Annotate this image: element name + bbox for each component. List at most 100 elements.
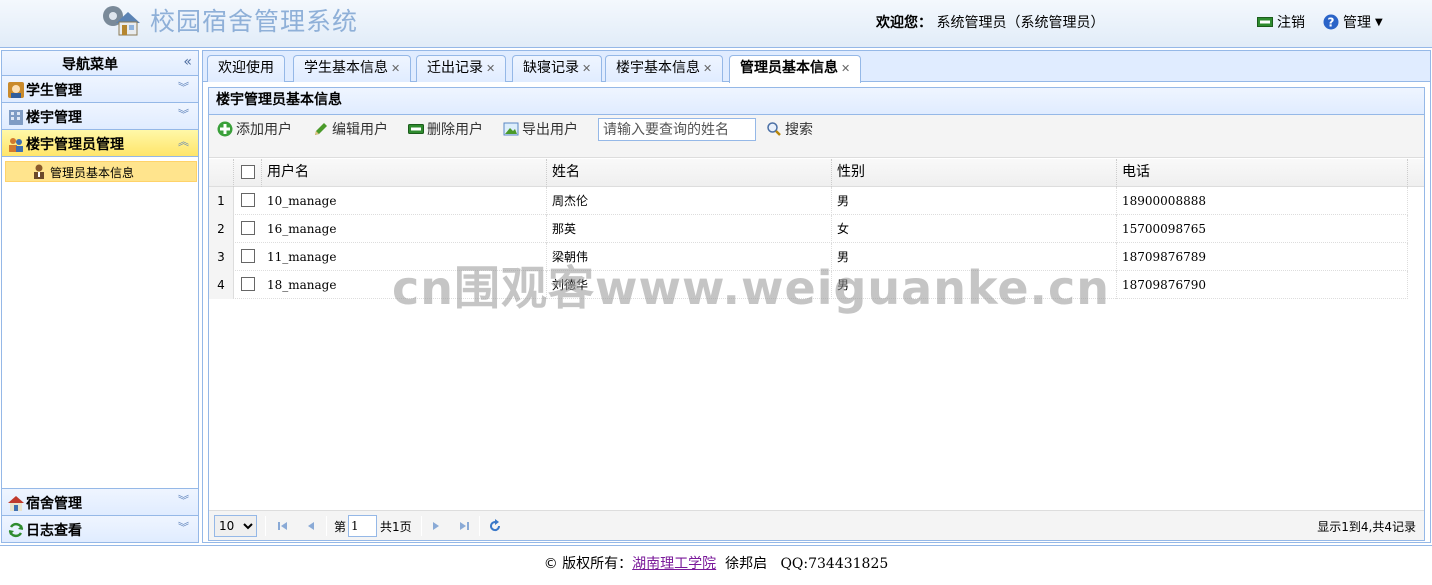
admin-person-icon	[34, 164, 44, 179]
edit-user-button[interactable]: 编辑用户	[313, 119, 388, 139]
nav-item-admin-info[interactable]: 管理员基本信息	[5, 161, 197, 182]
tab-moveout-records[interactable]: 迁出记录 ✕	[416, 55, 507, 82]
row-checkbox[interactable]	[241, 221, 255, 235]
table-row[interactable]: 2 16_manage 那英 女 15700098765	[209, 215, 1408, 243]
next-page-icon[interactable]	[428, 518, 444, 534]
row-number: 2	[209, 215, 234, 243]
cell-gender: 男	[832, 271, 1117, 299]
tab-student-info[interactable]: 学生基本信息 ✕	[293, 55, 412, 82]
welcome-text: 欢迎您： 系统管理员（系统管理员）	[876, 12, 1104, 32]
search-icon	[767, 122, 781, 136]
page-number-input[interactable]	[348, 515, 377, 537]
table-row[interactable]: 1 10_manage 周杰伦 男 18900008888	[209, 187, 1408, 215]
student-icon	[8, 82, 24, 98]
delete-user-button[interactable]: 删除用户	[408, 119, 483, 139]
table-row[interactable]: 3 11_manage 梁朝伟 男 18709876789	[209, 243, 1408, 271]
row-checkbox[interactable]	[241, 193, 255, 207]
tab-building-info[interactable]: 楼宇基本信息 ✕	[605, 55, 724, 82]
nav-section-building-admins[interactable]: 楼宇管理员管理 ︽	[2, 130, 198, 157]
rownum-header	[209, 159, 234, 187]
prev-page-icon[interactable]	[303, 518, 319, 534]
column-header-gender[interactable]: 性别	[832, 159, 1117, 187]
app-title: 校园宿舍管理系统	[150, 7, 359, 36]
edit-user-label: 编辑用户	[332, 122, 388, 138]
chevron-double-down-icon: ︾	[178, 81, 189, 94]
nav-panel: 导航菜单 « 学生管理 ︾ 楼宇管理 ︾ 楼宇管理员管理 ︽ 管理员基本信息 宿…	[1, 50, 199, 543]
nav-section-log[interactable]: 日志查看 ︾	[2, 515, 198, 542]
close-icon[interactable]: ✕	[703, 62, 712, 75]
cell-phone: 18709876790	[1117, 271, 1408, 299]
search-input[interactable]	[598, 118, 756, 141]
row-checkbox[interactable]	[241, 277, 255, 291]
welcome-user: 系统管理员（系统管理员）	[936, 15, 1105, 31]
nav-title: 导航菜单	[62, 57, 118, 73]
nav-header: 导航菜单 «	[2, 51, 198, 76]
table-row[interactable]: 4 18_manage 刘德华 男 18709876790	[209, 271, 1408, 299]
admins-icon	[9, 138, 23, 152]
cell-username: 10_manage	[262, 187, 547, 215]
refresh-icon[interactable]	[487, 518, 503, 534]
close-icon[interactable]: ✕	[391, 62, 400, 75]
separator	[326, 516, 327, 536]
nav-section-label: 日志查看	[26, 523, 82, 539]
column-header-phone[interactable]: 电话	[1117, 159, 1408, 187]
search-label: 搜索	[785, 122, 813, 138]
grid-header: 用户名 姓名 性别 电话	[209, 159, 1424, 187]
cell-username: 11_manage	[262, 243, 547, 271]
nav-section-dorm[interactable]: 宿舍管理 ︾	[2, 488, 198, 515]
chevron-double-down-icon: ︾	[178, 494, 189, 507]
export-image-icon	[503, 122, 519, 136]
cell-gender: 男	[832, 187, 1117, 215]
log-icon	[8, 522, 24, 538]
delete-user-label: 删除用户	[427, 122, 483, 138]
search-button[interactable]: 搜索	[766, 119, 813, 139]
manage-label: 管理	[1343, 15, 1371, 31]
house-gear-logo-icon	[103, 6, 140, 36]
main-area: 欢迎使用 学生基本信息 ✕ 迁出记录 ✕ 缺寝记录 ✕ 楼宇基本信息 ✕ 管理员基本信息…	[202, 50, 1431, 543]
add-user-button[interactable]: 添加用户	[217, 119, 292, 139]
tab-absence-records[interactable]: 缺寝记录 ✕	[512, 55, 603, 82]
cell-phone: 18900008888	[1117, 187, 1408, 215]
collapse-left-icon[interactable]: «	[183, 54, 192, 70]
last-page-icon[interactable]	[456, 518, 472, 534]
footer: © 版权所有：湖南理工学院 徐邦启 QQ:734431825	[0, 545, 1432, 585]
cell-gender: 男	[832, 243, 1117, 271]
page-size-select[interactable]: 10	[214, 515, 257, 537]
svg-text:?: ?	[1328, 16, 1335, 30]
logout-icon	[1257, 17, 1273, 27]
separator	[479, 516, 480, 536]
close-icon[interactable]: ✕	[841, 62, 850, 75]
separator	[265, 516, 266, 536]
column-header-username[interactable]: 用户名	[262, 159, 547, 187]
tab-label: 迁出记录	[427, 60, 483, 76]
column-header-name[interactable]: 姓名	[547, 159, 832, 187]
header: 校园宿舍管理系统 欢迎您： 系统管理员（系统管理员） 注销 ? 管理 ▼	[0, 0, 1432, 48]
tab-welcome[interactable]: 欢迎使用	[207, 55, 285, 82]
tab-admin-info[interactable]: 管理员基本信息 ✕	[729, 55, 862, 83]
manage-menu-button[interactable]: ? 管理 ▼	[1323, 12, 1383, 32]
select-all-checkbox[interactable]	[241, 165, 255, 179]
chevron-double-down-icon: ︾	[178, 521, 189, 534]
pencil-icon	[315, 123, 327, 135]
row-number: 1	[209, 187, 234, 215]
school-link[interactable]: 湖南理工学院	[632, 556, 716, 572]
cell-gender: 女	[832, 215, 1117, 243]
close-icon[interactable]: ✕	[486, 62, 495, 75]
nav-section-building[interactable]: 楼宇管理 ︾	[2, 103, 198, 130]
cell-username: 16_manage	[262, 215, 547, 243]
close-icon[interactable]: ✕	[582, 62, 591, 75]
page-total-label: 共1页	[380, 520, 412, 534]
logout-button[interactable]: 注销	[1257, 12, 1305, 32]
pagination-bar: 10 第 共1页 显示1到4,共4记录	[209, 510, 1424, 540]
tab-label: 学生基本信息	[304, 60, 388, 76]
add-user-label: 添加用户	[236, 122, 292, 138]
tab-label: 缺寝记录	[523, 60, 579, 76]
export-user-button[interactable]: 导出用户	[503, 119, 578, 139]
row-checkbox[interactable]	[241, 249, 255, 263]
chevron-double-down-icon: ︾	[178, 108, 189, 121]
help-icon: ?	[1323, 14, 1339, 30]
first-page-icon[interactable]	[275, 518, 291, 534]
nav-section-body: 管理员基本信息	[2, 157, 198, 459]
nav-section-student[interactable]: 学生管理 ︾	[2, 76, 198, 103]
tab-bar: 欢迎使用 学生基本信息 ✕ 迁出记录 ✕ 缺寝记录 ✕ 楼宇基本信息 ✕ 管理员基本信息…	[203, 51, 1430, 83]
